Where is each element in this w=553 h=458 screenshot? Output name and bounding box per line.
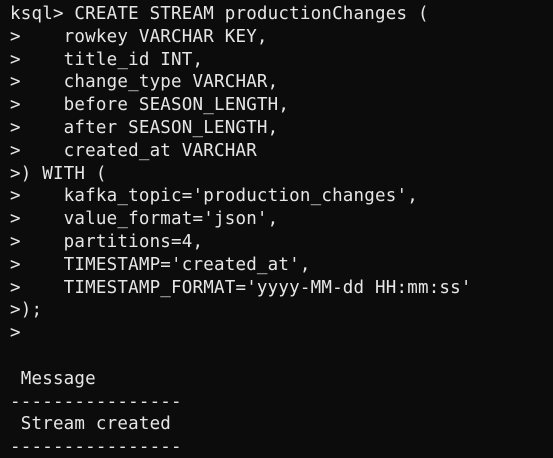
result-separator-top: ---------------- <box>10 391 182 412</box>
continuation-line-timestamp-format: > TIMESTAMP_FORMAT='yyyy-MM-dd HH:mm:ss' <box>10 277 472 298</box>
result-value-stream-created: Stream created <box>10 414 172 435</box>
continuation-line-after: > after SEASON_LENGTH, <box>10 117 279 138</box>
result-separator-bottom: ---------------- <box>10 437 182 458</box>
continuation-line-value-format: > value_format='json', <box>10 209 279 230</box>
continuation-line-partitions: > partitions=4, <box>10 231 204 252</box>
terminal-output: ksql> CREATE STREAM productionChanges ( … <box>10 3 553 458</box>
continuation-line-rowkey: > rowkey VARCHAR KEY, <box>10 26 268 47</box>
blank-line <box>10 345 553 368</box>
continuation-line-change-type: > change_type VARCHAR, <box>10 72 279 93</box>
continuation-line-title-id: > title_id INT, <box>10 49 204 70</box>
continuation-line-empty[interactable]: > <box>10 322 553 345</box>
terminal-window[interactable]: ksql> CREATE STREAM productionChanges ( … <box>0 0 553 458</box>
continuation-line-with: >) WITH ( <box>10 163 107 184</box>
continuation-line-kafka-topic: > kafka_topic='production_changes', <box>10 186 418 207</box>
continuation-line-close: >); <box>10 300 43 321</box>
continuation-line-before: > before SEASON_LENGTH, <box>10 95 290 116</box>
continuation-line-timestamp: > TIMESTAMP='created_at', <box>10 254 311 275</box>
continuation-line-created-at: > created_at VARCHAR <box>10 140 257 161</box>
prompt-line-create-stream: ksql> CREATE STREAM productionChanges ( <box>10 4 429 24</box>
result-header-message: Message <box>10 368 96 389</box>
